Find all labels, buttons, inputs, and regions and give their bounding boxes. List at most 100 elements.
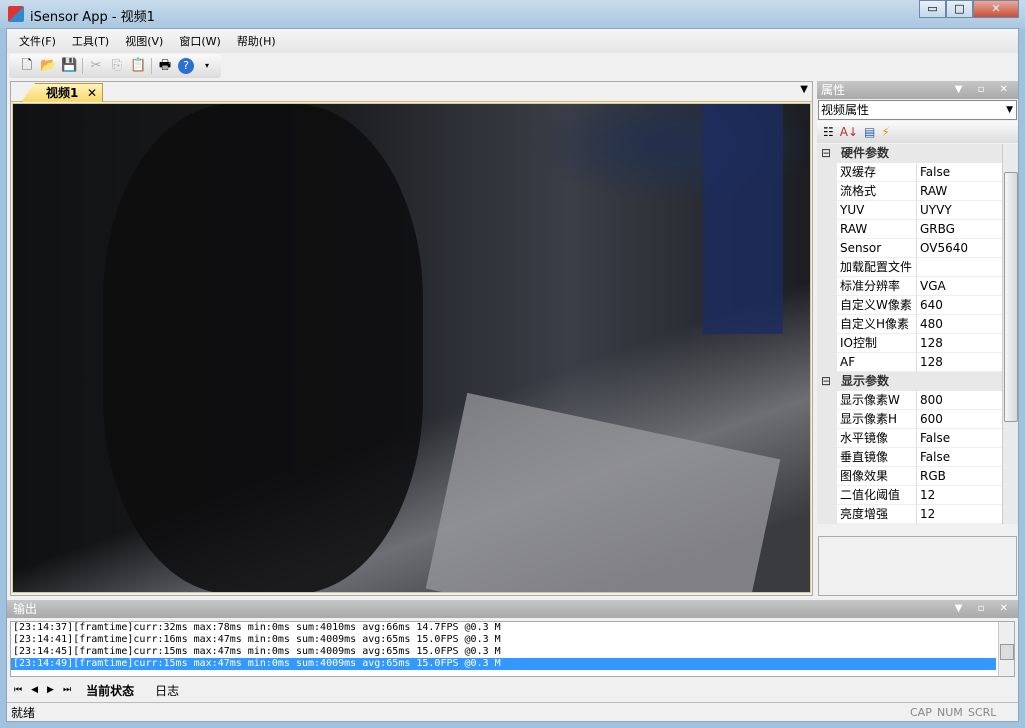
property-name: YUV xyxy=(837,201,917,220)
copy-icon[interactable]: ⎘ xyxy=(109,58,125,74)
menu-help[interactable]: 帮助(H) xyxy=(237,33,276,49)
video-scene xyxy=(425,392,781,592)
property-name: 标准分辨率 xyxy=(837,277,917,296)
property-value[interactable]: OV5640 xyxy=(917,239,1002,258)
log-line[interactable]: [23:14:41][framtime]curr:16ms max:47ms m… xyxy=(11,634,1014,646)
selected-object: 视频属性 xyxy=(821,103,870,117)
events-icon[interactable]: ⚡ xyxy=(881,125,889,139)
property-value[interactable]: 480 xyxy=(917,315,1002,334)
pane-controls[interactable]: ▼ ▫ ✕ xyxy=(955,81,1014,99)
log-line[interactable]: [23:14:37][framtime]curr:32ms max:78ms m… xyxy=(11,622,1014,634)
category-label: 显示参数 xyxy=(841,374,890,388)
property-value[interactable]: False xyxy=(917,163,1002,182)
menu-file[interactable]: 文件(F) xyxy=(19,33,56,49)
prev-icon[interactable]: ◀ xyxy=(31,685,38,695)
help-icon[interactable]: ? xyxy=(178,58,194,74)
close-button[interactable]: ✕ xyxy=(973,0,1019,18)
property-value[interactable]: RAW xyxy=(917,182,1002,201)
paste-icon[interactable]: 📋 xyxy=(130,58,146,74)
property-row[interactable]: 图像效果 RGB xyxy=(817,467,1018,486)
property-row[interactable]: YUV UYVY xyxy=(817,201,1018,220)
property-row[interactable]: 自定义H像素 480 xyxy=(817,315,1018,334)
next-icon[interactable]: ▶ xyxy=(47,685,54,695)
document-area: 视频1 ✕ ▼ xyxy=(10,81,813,596)
main-frame: 文件(F) 工具(T) 视图(V) 窗口(W) 帮助(H) 🗋 📂 💾 ✂ ⎘ … xyxy=(6,28,1019,722)
print-icon[interactable]: 🖶 xyxy=(157,58,173,74)
property-row[interactable]: 双缓存 False xyxy=(817,163,1018,182)
collapse-icon[interactable]: ⊟ xyxy=(821,372,831,391)
last-icon[interactable]: ⏭ xyxy=(63,685,71,695)
new-file-icon[interactable]: 🗋 xyxy=(19,58,35,74)
property-row[interactable]: RAW GRBG xyxy=(817,220,1018,239)
property-name: 亮度增强 xyxy=(837,505,917,524)
video-preview xyxy=(12,103,811,593)
collapse-icon[interactable]: ⊟ xyxy=(821,144,831,163)
log-line[interactable]: [23:14:49][framtime]curr:15ms max:47ms m… xyxy=(11,658,996,670)
property-value[interactable]: False xyxy=(917,448,1002,467)
property-value[interactable]: False xyxy=(917,429,1002,448)
property-value[interactable]: 12 xyxy=(917,505,1002,524)
property-row[interactable]: 垂直镜像 False xyxy=(817,448,1018,467)
property-row[interactable]: 自定义W像素 640 xyxy=(817,296,1018,315)
properties-header: 属性 ▼ ▫ ✕ xyxy=(817,81,1018,99)
tab-log[interactable]: 日志 xyxy=(149,682,185,699)
tab-video1[interactable]: 视频1 ✕ xyxy=(21,83,103,102)
property-name: Sensor xyxy=(837,239,917,258)
tab-close-icon[interactable]: ✕ xyxy=(87,84,97,102)
open-folder-icon[interactable]: 📂 xyxy=(40,58,56,74)
maximize-button[interactable]: □ xyxy=(946,0,973,18)
property-value[interactable]: GRBG xyxy=(917,220,1002,239)
tab-list-dropdown-icon[interactable]: ▼ xyxy=(800,84,808,95)
property-row[interactable]: 二值化阈值 12 xyxy=(817,486,1018,505)
property-name: 垂直镜像 xyxy=(837,448,917,467)
first-icon[interactable]: ⏮ xyxy=(14,685,22,695)
property-row[interactable]: Sensor OV5640 xyxy=(817,239,1018,258)
property-row[interactable]: 显示像素W 800 xyxy=(817,391,1018,410)
properties-object-select[interactable]: 视频属性 ▼ xyxy=(818,100,1017,120)
property-row[interactable]: IO控制 128 xyxy=(817,334,1018,353)
property-value[interactable]: UYVY xyxy=(917,201,1002,220)
property-grid-scrollbar[interactable] xyxy=(1002,144,1018,524)
property-row[interactable]: 标准分辨率 VGA xyxy=(817,277,1018,296)
categorized-icon[interactable]: ☷ xyxy=(823,125,834,139)
properties-title: 属性 xyxy=(821,83,846,97)
property-category[interactable]: ⊟ 显示参数 xyxy=(817,372,1018,391)
tab-current-status[interactable]: 当前状态 xyxy=(80,682,140,699)
property-category[interactable]: ⊟ 硬件参数 xyxy=(817,144,1018,163)
property-row[interactable]: 流格式 RAW xyxy=(817,182,1018,201)
property-value[interactable] xyxy=(917,258,1002,277)
menu-view[interactable]: 视图(V) xyxy=(125,33,163,49)
toolbar-overflow-icon[interactable]: ▾ xyxy=(199,58,215,74)
property-pages-icon[interactable]: ▤ xyxy=(864,125,875,139)
property-value[interactable]: VGA xyxy=(917,277,1002,296)
property-row[interactable]: AF 128 xyxy=(817,353,1018,372)
output-header: 输出 ▼ ▫ ✕ xyxy=(7,600,1018,618)
pane-controls[interactable]: ▼ ▫ ✕ xyxy=(955,600,1014,618)
property-value[interactable]: 128 xyxy=(917,353,1002,372)
menu-bar: 文件(F) 工具(T) 视图(V) 窗口(W) 帮助(H) xyxy=(7,29,1018,53)
property-value[interactable]: 640 xyxy=(917,296,1002,315)
property-row[interactable]: 亮度增强 12 xyxy=(817,505,1018,524)
sort-alpha-icon[interactable]: A↓ xyxy=(840,125,858,139)
output-log[interactable]: [23:14:37][framtime]curr:32ms max:78ms m… xyxy=(10,621,1015,677)
app-icon xyxy=(8,6,24,22)
menu-window[interactable]: 窗口(W) xyxy=(179,33,220,49)
cut-icon[interactable]: ✂ xyxy=(88,58,104,74)
num-indicator: NUM xyxy=(937,706,963,719)
property-value[interactable]: RGB xyxy=(917,467,1002,486)
property-row[interactable]: 加载配置文件 xyxy=(817,258,1018,277)
chevron-down-icon: ▼ xyxy=(1006,105,1013,115)
property-value[interactable]: 12 xyxy=(917,486,1002,505)
property-row[interactable]: 显示像素H 600 xyxy=(817,410,1018,429)
log-line[interactable]: [23:14:45][framtime]curr:15ms max:47ms m… xyxy=(11,646,1014,658)
property-value[interactable]: 800 xyxy=(917,391,1002,410)
menu-tools[interactable]: 工具(T) xyxy=(72,33,109,49)
log-scrollbar[interactable] xyxy=(998,622,1014,676)
status-text: 就绪 xyxy=(11,706,36,720)
property-value[interactable]: 128 xyxy=(917,334,1002,353)
minimize-button[interactable]: ▭ xyxy=(919,0,946,18)
property-value[interactable]: 600 xyxy=(917,410,1002,429)
property-row[interactable]: 水平镜像 False xyxy=(817,429,1018,448)
toolbar-separator xyxy=(82,58,83,74)
save-icon[interactable]: 💾 xyxy=(61,58,77,74)
